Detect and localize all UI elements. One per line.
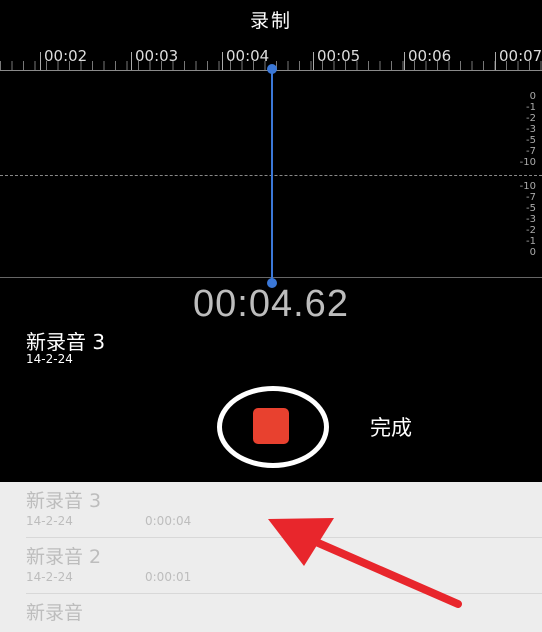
meter-label: 0 xyxy=(529,91,536,102)
meter-label: -7 xyxy=(526,192,536,203)
meter-label: -3 xyxy=(526,124,536,135)
recording-name: 新录音 2 xyxy=(26,546,102,568)
list-item[interactable]: 新录音 2 14-2-24 0:00:01 xyxy=(0,538,542,594)
meter-label: -7 xyxy=(526,146,536,157)
timeline-label: 00:05 xyxy=(317,47,361,65)
recordings-list: 新录音 3 14-2-24 0:00:04 新录音 2 14-2-24 0:00… xyxy=(0,482,542,632)
timeline-label: 00:02 xyxy=(44,47,88,65)
timeline-label: 00:03 xyxy=(135,47,179,65)
recording-duration: 0:00:01 xyxy=(145,570,192,584)
meter-label: 0 xyxy=(529,247,536,258)
meter-label: -5 xyxy=(526,135,536,146)
recording-name: 新录音 3 xyxy=(26,490,102,512)
page-title: 录制 xyxy=(249,10,292,32)
done-button[interactable]: 完成 xyxy=(370,412,412,442)
recording-duration: 0:00:04 xyxy=(145,514,192,528)
timeline-label: 00:07 xyxy=(499,47,542,65)
meter-label: -5 xyxy=(526,203,536,214)
playhead[interactable] xyxy=(271,68,273,284)
meter-label: -1 xyxy=(526,236,536,247)
meter-label: -3 xyxy=(526,214,536,225)
recording-date: 14-2-24 xyxy=(26,514,73,528)
stop-square-icon xyxy=(253,408,289,444)
meter-label: -2 xyxy=(526,113,536,124)
current-recording-name[interactable]: 新录音 3 xyxy=(26,326,105,355)
meter-label: -10 xyxy=(519,181,536,192)
timeline-label: 00:06 xyxy=(408,47,452,65)
recorder-panel: 录制 00:02 00:03 00:04 00:05 00:06 00:07 0… xyxy=(0,0,542,482)
meter-label: -10 xyxy=(519,157,536,168)
recording-timer: 00:04.62 xyxy=(193,283,349,325)
timeline-label: 00:04 xyxy=(226,47,270,65)
current-recording-date: 14-2-24 xyxy=(26,352,73,366)
playhead-top-handle[interactable] xyxy=(267,64,277,74)
meter-label: -1 xyxy=(526,102,536,113)
list-item[interactable]: 新录音 xyxy=(0,594,542,632)
recording-name: 新录音 xyxy=(26,602,84,624)
recording-date: 14-2-24 xyxy=(26,570,73,584)
meter-label: -2 xyxy=(526,225,536,236)
record-stop-button[interactable] xyxy=(217,386,329,468)
list-item[interactable]: 新录音 3 14-2-24 0:00:04 xyxy=(0,482,542,538)
